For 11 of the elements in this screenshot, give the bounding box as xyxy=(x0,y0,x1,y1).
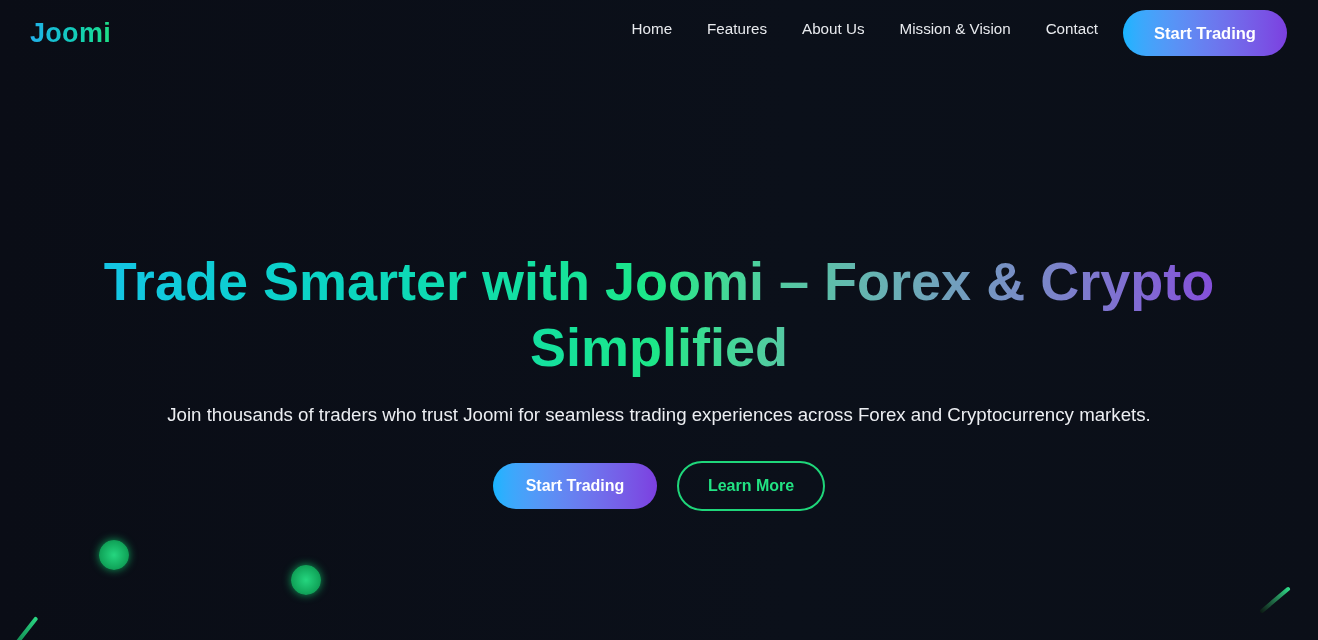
start-trading-button[interactable]: Start Trading xyxy=(493,463,657,509)
start-trading-button[interactable]: Start Trading xyxy=(1123,10,1287,56)
nav-link[interactable]: Home xyxy=(631,18,673,41)
glowing-orb-icon xyxy=(99,540,129,570)
nav-link[interactable]: Contact xyxy=(1045,18,1098,41)
nav-link[interactable]: Mission & Vision xyxy=(899,18,1011,41)
nav-link[interactable]: Features xyxy=(707,18,768,41)
learn-more-button[interactable]: Learn More xyxy=(677,461,825,511)
glowing-orb-icon xyxy=(291,565,321,595)
hero-subtitle: Join thousands of traders who trust Joomi for seamless trading experiences across Forex and Cryptocurrency markets. xyxy=(167,403,1151,427)
nav-link[interactable]: About Us xyxy=(802,18,865,41)
